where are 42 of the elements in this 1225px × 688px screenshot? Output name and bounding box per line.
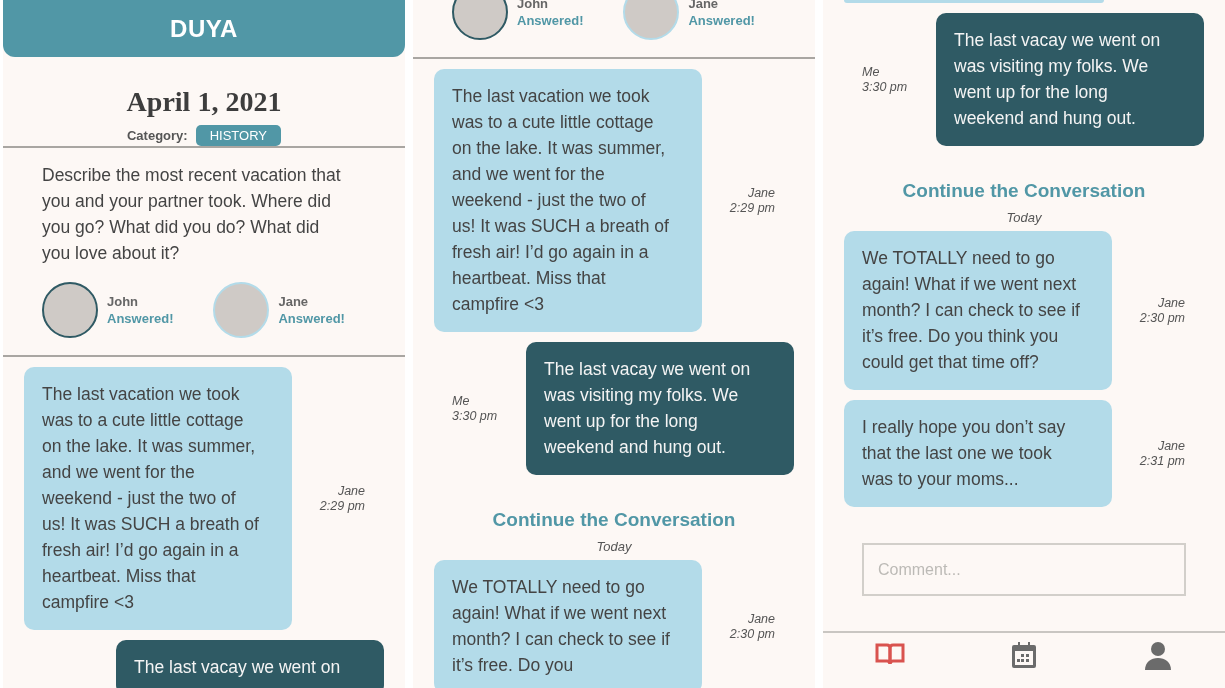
answer-status: Answered! (278, 311, 345, 326)
message-bubble: The last vacay we went on (116, 640, 384, 688)
section-title: Continue the Conversation (492, 509, 736, 531)
app-title: DUYA (170, 14, 238, 43)
message-author: Me (862, 64, 880, 80)
message-bubble: We TOTALLY need to go again! What if we went next month? I can check to see if it’s free. Do you (434, 560, 702, 688)
message-author: Me (452, 393, 470, 409)
answer-status: Answered! (107, 311, 174, 326)
message-time: 2:29 pm (729, 200, 775, 216)
calendar-icon (1012, 642, 1036, 668)
comment-field[interactable]: Comment... (862, 543, 1186, 596)
message-time: 2:30 pm (1139, 310, 1185, 326)
message-bubble: I really hope you don’t say that the last one we took was to your moms... (844, 400, 1112, 507)
message-author: Jane (1157, 438, 1185, 454)
message-author: Jane (1157, 295, 1185, 311)
message-bubble: We TOTALLY need to go again! What if we went next month? I can check to see if it’s free. Do you think you could get that time off? (844, 231, 1112, 390)
book-icon (875, 642, 905, 666)
section-title: Continue the Conversation (902, 180, 1146, 202)
message-time: 3:30 pm (452, 408, 498, 424)
message-author: Jane (747, 611, 775, 627)
category-label: Category: (127, 128, 188, 143)
message-bubble: The last vacay we went on was visiting my folks. We went up for the long weekend and hung out. (526, 342, 794, 475)
message-time: 2:29 pm (319, 498, 365, 514)
category-tag: HISTORY (195, 125, 281, 146)
prompt-text: Describe the most recent vacation that you and your partner took. Where did you go? What did you do? What did you love about it? (42, 164, 342, 265)
nav-tab[interactable] (1143, 642, 1173, 672)
message-bubble: The last vacay we went on was visiting my folks. We went up for the long weekend and hung out. (936, 13, 1204, 146)
message-time: 3:30 pm (862, 79, 908, 95)
message-bubble: The last vacation we took was to a cute little cottage on the lake. It was summer, and we went for the weekend - just the two of us! It was SUCH a breath of fresh air! I’d go again in a heartbeat. Miss that campfire <3 (24, 367, 292, 630)
message-author: Jane (747, 185, 775, 201)
participant-name: John (107, 294, 140, 309)
answer-status: Answered! (688, 13, 755, 28)
message-bubble: The last vacation we took was to a cute little cottage on the lake. It was summer, and we went for the weekend - just the two of us! It was SUCH a breath of fresh air! I’d go again in a heartbeat. Miss that campfire <3 (434, 69, 702, 332)
message-author: Jane (337, 483, 365, 499)
person-icon (1145, 642, 1171, 670)
answer-status: Answered! (517, 13, 584, 28)
participant-name: Jane (278, 294, 310, 309)
message-time: 2:31 pm (1139, 453, 1185, 469)
day-label: Today (1006, 210, 1042, 225)
prompt-date: April 1, 2021 (126, 87, 282, 117)
day-label: Today (596, 539, 632, 554)
message-time: 2:30 pm (729, 626, 775, 642)
